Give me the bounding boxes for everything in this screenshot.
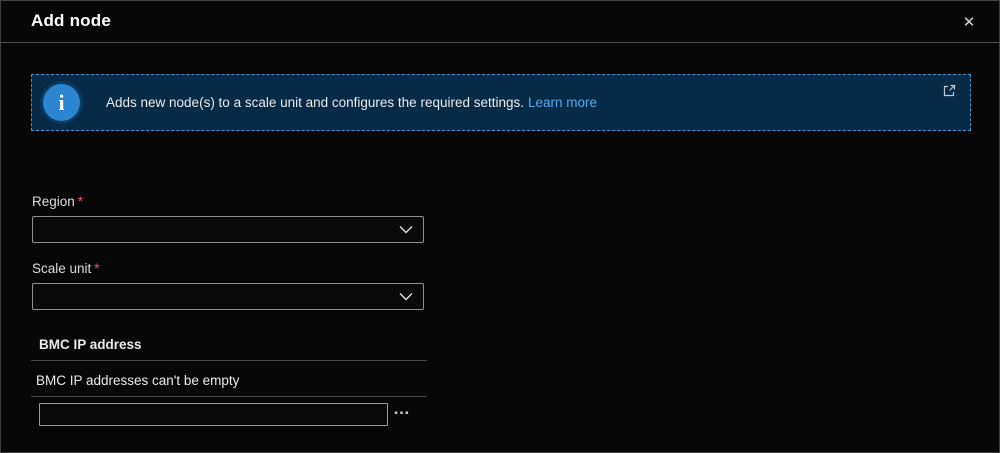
region-dropdown[interactable] [32, 216, 424, 243]
add-node-dialog: Add node ✕ i Adds new node(s) to a scale… [0, 0, 1000, 453]
popout-icon [942, 86, 957, 101]
popout-button[interactable] [940, 83, 958, 101]
bmc-section-label: BMC IP address [39, 337, 142, 352]
info-banner: i Adds new node(s) to a scale unit and c… [31, 74, 971, 131]
divider [31, 360, 427, 361]
chevron-down-icon [399, 292, 413, 301]
scale-unit-required-mark: * [94, 261, 99, 276]
region-label: Region* [32, 194, 83, 209]
scale-unit-label-text: Scale unit [32, 261, 91, 276]
learn-more-link[interactable]: Learn more [528, 95, 597, 110]
close-icon: ✕ [963, 13, 976, 31]
scale-unit-dropdown[interactable] [32, 283, 424, 310]
divider [31, 396, 427, 397]
scale-unit-label: Scale unit* [32, 261, 100, 276]
close-button[interactable]: ✕ [957, 10, 981, 34]
dialog-header: Add node ✕ [1, 1, 999, 43]
banner-message-text: Adds new node(s) to a scale unit and con… [106, 95, 524, 110]
ellipsis-button[interactable]: … [393, 399, 411, 419]
page-title: Add node [31, 11, 111, 31]
info-icon: i [43, 84, 80, 121]
banner-message: Adds new node(s) to a scale unit and con… [106, 95, 597, 110]
bmc-error-text: BMC IP addresses can't be empty [36, 373, 239, 388]
region-required-mark: * [78, 194, 83, 209]
chevron-down-icon [399, 225, 413, 234]
bmc-ip-input[interactable] [39, 403, 388, 426]
info-icon-glyph: i [58, 90, 64, 116]
region-label-text: Region [32, 194, 75, 209]
